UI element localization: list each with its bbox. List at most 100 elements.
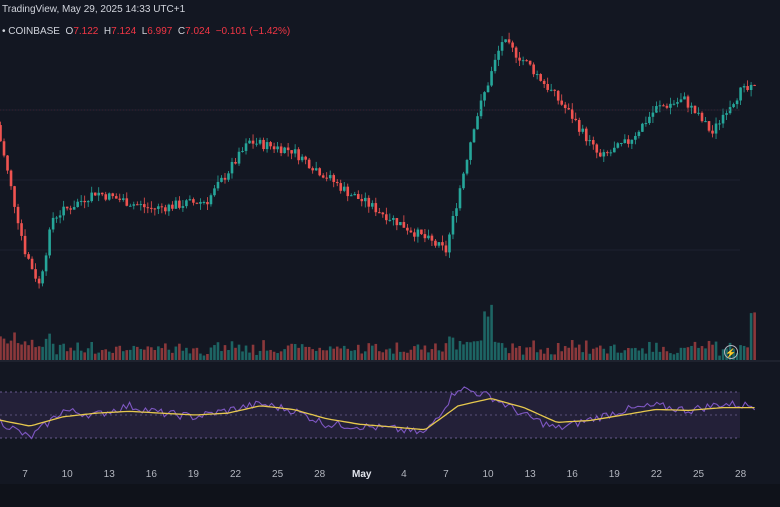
volume-bar bbox=[20, 344, 23, 360]
candle-body bbox=[262, 139, 265, 150]
volume-bar bbox=[353, 350, 357, 360]
volume-bar bbox=[598, 345, 602, 360]
candle-body bbox=[104, 194, 108, 200]
volume-bar bbox=[100, 350, 104, 360]
volume-bar bbox=[714, 341, 718, 360]
candle-body bbox=[413, 232, 416, 237]
candle-body bbox=[76, 201, 79, 208]
candle-body bbox=[48, 229, 51, 256]
candle-body bbox=[146, 207, 150, 209]
rsi-pane bbox=[0, 386, 756, 440]
candle-body bbox=[23, 235, 27, 255]
volume-bar bbox=[704, 348, 707, 360]
candle-body bbox=[339, 183, 343, 191]
candle-body bbox=[307, 159, 311, 169]
volume-bar bbox=[297, 347, 300, 360]
volume-bar bbox=[339, 348, 343, 360]
volume-bar bbox=[472, 341, 476, 360]
volume-bar bbox=[679, 347, 683, 360]
candle-body bbox=[472, 129, 476, 143]
candle-body bbox=[321, 175, 325, 178]
volume-bar bbox=[178, 343, 181, 360]
volume-bar bbox=[683, 347, 686, 360]
price-chart[interactable] bbox=[0, 0, 780, 507]
volume-bar bbox=[241, 351, 244, 360]
volume-bar bbox=[363, 351, 367, 360]
volume-bar bbox=[6, 343, 9, 360]
candle-body bbox=[749, 84, 753, 91]
volume-bar bbox=[413, 346, 416, 360]
candle-body bbox=[20, 223, 23, 236]
candle-body bbox=[507, 39, 511, 43]
candle-body bbox=[300, 156, 304, 161]
volume-bar bbox=[658, 351, 662, 360]
candle-body bbox=[293, 149, 297, 154]
volume-bar bbox=[185, 347, 188, 360]
volume-bar bbox=[9, 340, 13, 360]
volume-bar bbox=[79, 350, 83, 360]
candle-body bbox=[490, 71, 493, 86]
volume-bar bbox=[195, 347, 199, 360]
candle-body bbox=[739, 87, 742, 101]
candle-body bbox=[367, 197, 371, 207]
candle-body bbox=[58, 215, 62, 218]
volume-bar bbox=[360, 353, 364, 360]
volume-bar bbox=[476, 341, 479, 360]
x-tick-label: 25 bbox=[272, 469, 284, 480]
candle-body bbox=[72, 207, 76, 210]
candle-body bbox=[314, 168, 318, 171]
candle-body bbox=[409, 230, 413, 233]
candle-body bbox=[609, 152, 613, 154]
volume-bar bbox=[448, 336, 451, 360]
bolt-icon[interactable]: ⚡ bbox=[724, 345, 738, 359]
candle-body bbox=[385, 214, 388, 221]
candle-body bbox=[100, 192, 104, 195]
volume-bar bbox=[27, 345, 30, 360]
candle-body bbox=[606, 152, 609, 154]
candle-body bbox=[704, 121, 707, 123]
volume-bar bbox=[606, 353, 609, 360]
volume-bar bbox=[392, 353, 395, 360]
volume-bar bbox=[121, 351, 125, 360]
volume-bar bbox=[16, 343, 20, 360]
candle-body bbox=[707, 121, 711, 131]
candle-body bbox=[563, 104, 567, 109]
volume-bar bbox=[262, 340, 265, 360]
volume-bar bbox=[199, 353, 202, 360]
volume-bar bbox=[430, 349, 434, 360]
volume-bar bbox=[690, 345, 693, 360]
candle-body bbox=[448, 234, 451, 253]
candle-body bbox=[139, 204, 143, 206]
volume-bar bbox=[420, 349, 423, 360]
x-tick-label: 22 bbox=[229, 469, 242, 480]
candle-body bbox=[62, 206, 65, 216]
volume-bar bbox=[634, 347, 637, 360]
volume-bar bbox=[588, 353, 592, 360]
volume-bar bbox=[202, 355, 206, 360]
volume-bar bbox=[535, 352, 539, 360]
candle-body bbox=[598, 152, 602, 157]
volume-bar bbox=[13, 332, 16, 360]
volume-bar bbox=[143, 349, 146, 360]
volume-bar bbox=[739, 345, 742, 360]
volume-bar bbox=[613, 344, 616, 360]
volume-bar bbox=[528, 347, 532, 360]
volume-bar bbox=[665, 351, 669, 360]
candle-body bbox=[665, 105, 669, 108]
candle-body bbox=[581, 128, 585, 132]
candle-body bbox=[37, 278, 41, 284]
candle-body bbox=[216, 181, 220, 189]
volume-bar bbox=[525, 347, 528, 360]
candle-body bbox=[528, 60, 532, 65]
volume-bar bbox=[132, 345, 136, 360]
candle-body bbox=[251, 140, 255, 144]
volume-bar bbox=[62, 343, 65, 360]
volume-bar bbox=[69, 347, 72, 360]
volume-bar bbox=[93, 353, 97, 360]
volume-bar bbox=[693, 341, 697, 360]
volume-bar bbox=[630, 348, 634, 360]
volume-bar bbox=[258, 350, 262, 360]
volume-bar bbox=[423, 345, 427, 360]
volume-bar bbox=[276, 353, 279, 360]
candle-body bbox=[535, 74, 539, 76]
